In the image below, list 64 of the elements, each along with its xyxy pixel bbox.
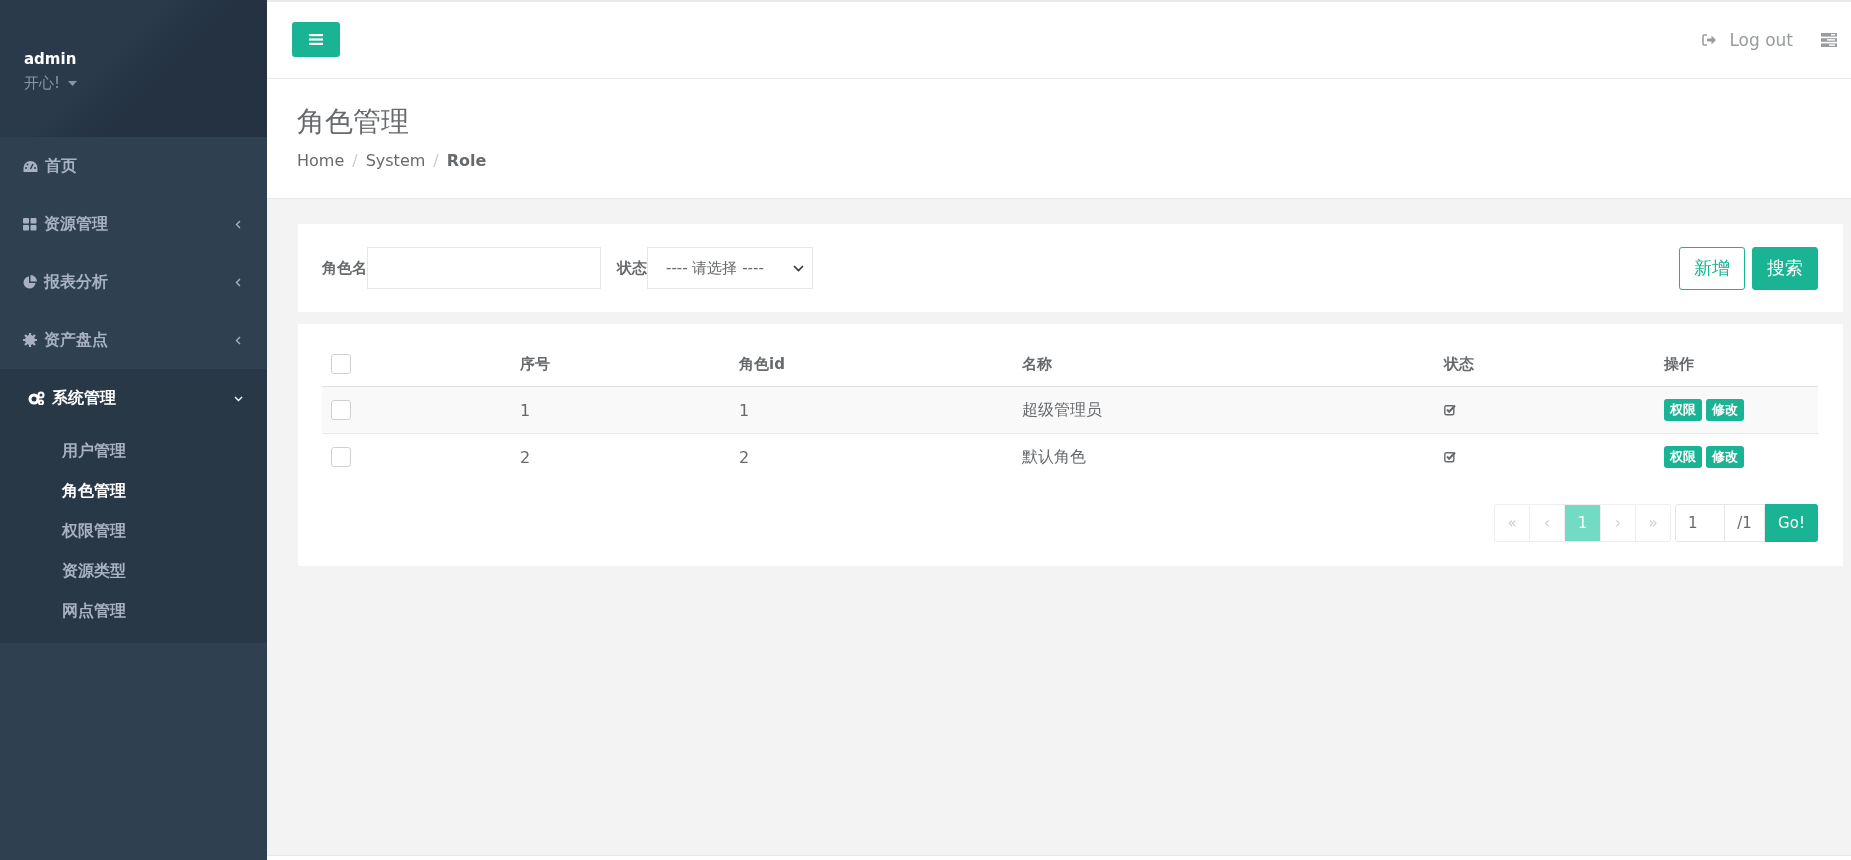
sidebar-menu-item[interactable]: 资产盘点	[0, 311, 267, 369]
table-cell: 2	[739, 447, 750, 467]
sidebar-menu-item[interactable]: 资源管理	[0, 195, 267, 253]
menu-label: 报表分析	[44, 271, 109, 293]
submenu-item[interactable]: 资源类型	[62, 551, 126, 591]
breadcrumb-link[interactable]: Home	[297, 151, 345, 170]
submenu-item[interactable]: 角色管理	[62, 471, 126, 511]
field-label: 状态	[617, 258, 647, 278]
gear-icon	[23, 333, 37, 347]
logout-link[interactable]: Log out	[1702, 30, 1793, 50]
column-header: 操作	[1664, 354, 1694, 374]
chevron-down-icon	[793, 264, 804, 272]
gears-icon	[28, 391, 45, 405]
menu-label: 首页	[45, 155, 78, 177]
sign-out-icon	[1702, 34, 1718, 46]
permission-button[interactable]: 权限	[1664, 446, 1702, 468]
edit-button[interactable]: 修改	[1706, 446, 1744, 468]
field-label: 角色名	[322, 258, 367, 278]
go-button[interactable]: Go!	[1765, 504, 1818, 542]
chevron-left-icon	[234, 277, 243, 287]
user-status-dropdown[interactable]: 开心!	[24, 74, 77, 93]
caret-icon	[68, 81, 77, 86]
page-title: 角色管理	[297, 104, 410, 140]
column-header: 序号	[520, 354, 550, 374]
row-checkbox[interactable]	[331, 400, 351, 420]
breadcrumb-separator: /	[433, 151, 439, 170]
table-cell: 1	[520, 400, 531, 420]
chevron-left-icon	[234, 219, 243, 229]
breadcrumb-link[interactable]: Role	[446, 151, 487, 170]
table-cell: 2	[520, 447, 531, 467]
submenu-item[interactable]: 网点管理	[62, 591, 126, 631]
submenu-item[interactable]: 用户管理	[62, 431, 126, 471]
permission-button[interactable]: 权限	[1664, 399, 1702, 421]
user-name: admin	[24, 50, 78, 68]
pie-chart-icon	[23, 275, 37, 289]
menu-icon	[309, 33, 323, 45]
role-name-input[interactable]	[367, 247, 601, 289]
status-select[interactable]: ---- 请选择 ----	[647, 247, 813, 289]
edit-button[interactable]: 修改	[1706, 399, 1744, 421]
sidebar-menu-item[interactable]: 系统管理	[0, 369, 267, 427]
add-button[interactable]: 新增	[1679, 246, 1745, 290]
search-button[interactable]: 搜索	[1752, 246, 1818, 290]
table-cell: 超级管理员	[1022, 399, 1102, 421]
submenu-item[interactable]: 权限管理	[62, 511, 126, 551]
column-header: 角色id	[739, 354, 785, 374]
grid-icon	[23, 217, 37, 231]
menu-label: 系统管理	[52, 387, 117, 409]
breadcrumb-link[interactable]: System	[365, 151, 426, 170]
dashboard-icon	[23, 159, 38, 173]
table-cell: 默认角色	[1022, 446, 1086, 468]
breadcrumb-separator: /	[352, 151, 358, 170]
menu-label: 资产盘点	[44, 329, 109, 351]
page-number-input[interactable]: 1	[1675, 504, 1725, 542]
sidebar-menu-item[interactable]: 报表分析	[0, 253, 267, 311]
list-icon[interactable]	[1821, 33, 1837, 47]
menu-label: 资源管理	[44, 213, 109, 235]
menu-toggle-button[interactable]	[292, 21, 340, 57]
column-header: 状态	[1444, 354, 1474, 374]
row-checkbox[interactable]	[331, 447, 351, 467]
chevron-left-icon	[234, 335, 243, 345]
sidebar-menu-item[interactable]: 首页	[0, 137, 267, 195]
column-header: 名称	[1022, 354, 1052, 374]
select-all-checkbox[interactable]	[331, 354, 351, 374]
table-cell: 1	[739, 400, 750, 420]
